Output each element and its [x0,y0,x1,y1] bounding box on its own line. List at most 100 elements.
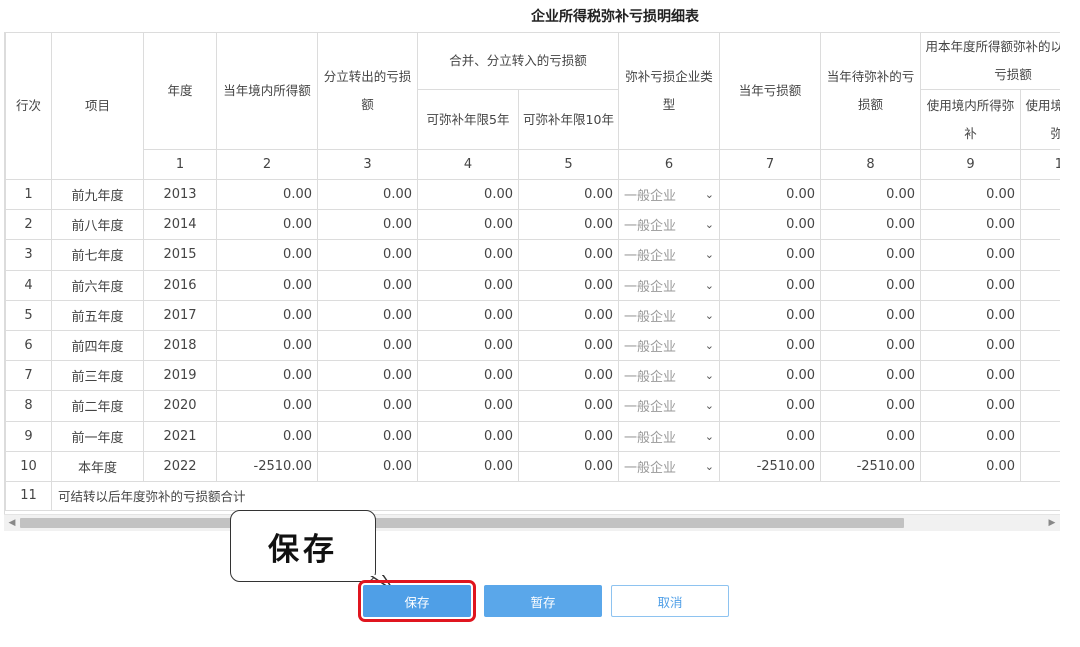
loss-input[interactable]: 0.00 [719,420,822,452]
select-inner[interactable]: 一般企业 ⌄ [624,276,714,295]
split-out-input[interactable]: 0.00 [317,450,418,482]
merge-5-input[interactable]: 0.00 [417,269,519,301]
used-domestic-input[interactable]: 0.00 [920,299,1022,331]
split-out-input[interactable]: 0.00 [317,178,418,211]
merge-10-input[interactable]: 0.00 [517,209,620,241]
horizontal-scrollbar[interactable]: ◀ ▶ [4,514,1060,531]
merge-5-input[interactable]: 0.00 [417,329,519,362]
loss-input[interactable]: 0.00 [719,178,822,211]
income-input[interactable]: 0.00 [216,329,318,362]
loss-input[interactable]: 0.00 [719,269,822,301]
loss-input[interactable]: 0.00 [719,209,822,241]
enterprise-type-select[interactable]: 一般企业 ⌄ [618,209,721,241]
temp-save-button[interactable]: 暂存 [484,585,602,617]
merge-5-input[interactable]: 0.00 [417,178,519,211]
used-domestic-input[interactable]: 0.00 [920,178,1022,211]
select-inner[interactable]: 一般企业 ⌄ [624,185,714,204]
pending-input[interactable]: 0.00 [820,420,922,452]
loss-input[interactable]: 0.00 [719,329,822,362]
enterprise-type-select[interactable]: 一般企业 ⌄ [618,239,721,271]
merge-5-input[interactable]: 0.00 [417,239,519,271]
pending-input[interactable]: 0.00 [820,299,922,331]
split-out-input[interactable]: 0.00 [317,329,418,362]
used-domestic-input[interactable]: 0.00 [920,390,1022,422]
income-input[interactable]: 0.00 [216,209,318,241]
select-inner[interactable]: 一般企业 ⌄ [624,336,714,355]
merge-5-input[interactable]: 0.00 [417,390,519,422]
income-input[interactable]: 0.00 [216,360,318,392]
enterprise-type-select[interactable]: 一般企业 ⌄ [618,420,721,452]
select-inner[interactable]: 一般企业 ⌄ [624,215,714,234]
select-inner[interactable]: 一般企业 ⌄ [624,427,714,446]
pending-input[interactable]: 0.00 [820,360,922,392]
split-out-input[interactable]: 0.00 [317,299,418,331]
select-inner[interactable]: 一般企业 ⌄ [624,245,714,264]
merge-10-input[interactable]: 0.00 [517,329,620,362]
scrollbar-thumb[interactable] [20,518,904,528]
select-inner[interactable]: 一般企业 ⌄ [624,306,714,325]
merge-5-input[interactable]: 0.00 [417,299,519,331]
enterprise-type-select[interactable]: 一般企业 ⌄ [618,329,721,362]
used-domestic-input[interactable]: 0.00 [920,360,1022,392]
pending-input[interactable]: 0.00 [820,178,922,211]
income-input[interactable]: -2510.00 [216,450,318,482]
merge-10-input[interactable]: 0.00 [517,450,620,482]
pending-input[interactable]: 0.00 [820,209,922,241]
save-button[interactable]: 保存 [358,580,476,622]
loss-input[interactable]: 0.00 [719,390,822,422]
split-out-input[interactable]: 0.00 [317,420,418,452]
row-number: 9 [5,420,52,452]
merge-5-input[interactable]: 0.00 [417,450,519,482]
cancel-button[interactable]: 取消 [611,585,729,617]
used-domestic-input[interactable]: 0.00 [920,209,1022,241]
pending-input[interactable]: -2510.00 [820,450,922,482]
split-out-input[interactable]: 0.00 [317,390,418,422]
used-domestic-input[interactable]: 0.00 [920,450,1022,482]
loss-input[interactable]: 0.00 [719,360,822,392]
pending-input[interactable]: 0.00 [820,239,922,271]
select-inner[interactable]: 一般企业 ⌄ [624,396,714,415]
row-number: 3 [5,239,52,271]
income-input[interactable]: 0.00 [216,299,318,331]
select-inner[interactable]: 一般企业 ⌄ [624,366,714,385]
merge-10-input[interactable]: 0.00 [517,390,620,422]
column-number: 1 [143,149,217,180]
income-input[interactable]: 0.00 [216,269,318,301]
used-domestic-input[interactable]: 0.00 [920,269,1022,301]
loss-input[interactable]: 0.00 [719,239,822,271]
split-out-input[interactable]: 0.00 [317,269,418,301]
merge-5-input[interactable]: 0.00 [417,209,519,241]
enterprise-type-select[interactable]: 一般企业 ⌄ [618,450,721,482]
scroll-left-icon[interactable]: ◀ [5,516,19,530]
income-input[interactable]: 0.00 [216,390,318,422]
enterprise-type-select[interactable]: 一般企业 ⌄ [618,390,721,422]
merge-5-input[interactable]: 0.00 [417,420,519,452]
pending-input[interactable]: 0.00 [820,390,922,422]
merge-10-input[interactable]: 0.00 [517,420,620,452]
used-domestic-input[interactable]: 0.00 [920,420,1022,452]
income-input[interactable]: 0.00 [216,239,318,271]
merge-5-input[interactable]: 0.00 [417,360,519,392]
merge-10-input[interactable]: 0.00 [517,360,620,392]
loss-input[interactable]: 0.00 [719,299,822,331]
pending-input[interactable]: 0.00 [820,329,922,362]
enterprise-type-select[interactable]: 一般企业 ⌄ [618,360,721,392]
pending-input[interactable]: 0.00 [820,269,922,301]
used-domestic-input[interactable]: 0.00 [920,239,1022,271]
income-input[interactable]: 0.00 [216,178,318,211]
enterprise-type-select[interactable]: 一般企业 ⌄ [618,178,721,211]
income-input[interactable]: 0.00 [216,420,318,452]
select-inner[interactable]: 一般企业 ⌄ [624,457,714,476]
scroll-right-icon[interactable]: ▶ [1045,516,1059,530]
loss-input[interactable]: -2510.00 [719,450,822,482]
split-out-input[interactable]: 0.00 [317,209,418,241]
merge-10-input[interactable]: 0.00 [517,239,620,271]
enterprise-type-select[interactable]: 一般企业 ⌄ [618,299,721,331]
split-out-input[interactable]: 0.00 [317,360,418,392]
used-domestic-input[interactable]: 0.00 [920,329,1022,362]
split-out-input[interactable]: 0.00 [317,239,418,271]
merge-10-input[interactable]: 0.00 [517,299,620,331]
enterprise-type-select[interactable]: 一般企业 ⌄ [618,269,721,301]
merge-10-input[interactable]: 0.00 [517,178,620,211]
merge-10-input[interactable]: 0.00 [517,269,620,301]
